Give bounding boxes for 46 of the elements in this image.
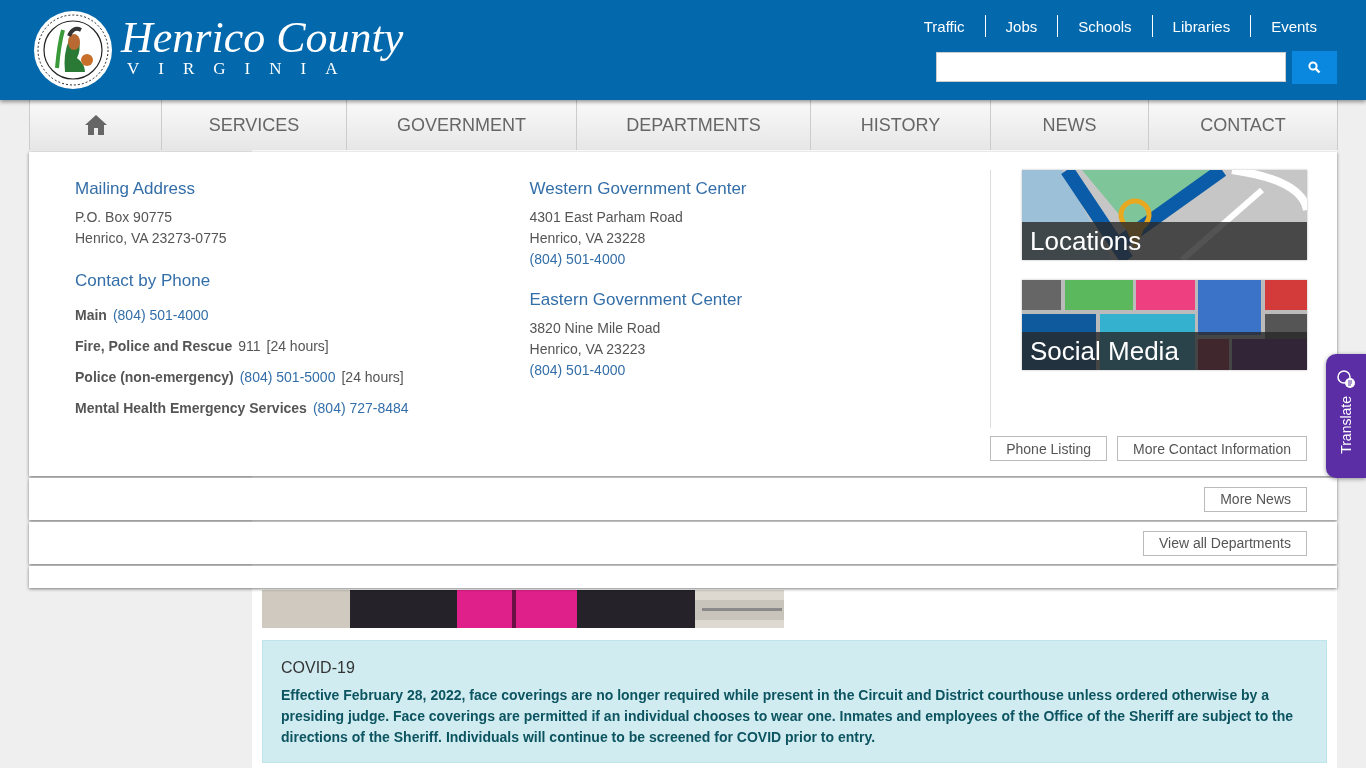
phone-note: [24 hours] — [341, 368, 404, 387]
top-link[interactable]: Jobs — [985, 17, 1058, 35]
address-line: Henrico, VA 23223 — [529, 340, 647, 359]
tile-label: Locations — [1022, 222, 1307, 260]
phone-label: Police (non-emergency) — [75, 368, 234, 387]
search-button[interactable] — [1292, 51, 1337, 84]
logo-subtitle: VIRGINIA — [126, 60, 357, 78]
top-link[interactable]: Traffic — [903, 17, 985, 35]
section-heading: Mailing Address — [75, 179, 196, 199]
alert-text: Effective February 28, 2022, face coverings are no longer required while present in the Circuit and District courthouse unless ordered otherwise by a presiding judge. Face coverings are permitted if an individual chooses to wear one. Inmates and employees of the Office of the Sheriff are subject to the directions of the Sheriff. Individuals will continue to be screened for COVID prior to entry. — [281, 686, 1295, 747]
address-line: 3820 Nine Mile Road — [529, 319, 662, 338]
phone-note: [24 hours] — [266, 337, 329, 356]
phone-link[interactable]: (804) 727-8484 — [312, 393, 409, 424]
address-line: 4301 East Parham Road — [529, 208, 684, 227]
home-icon — [83, 114, 108, 136]
phone-label: Mental Health Emergency Services — [75, 399, 307, 418]
address-line: P.O. Box 90775 — [75, 208, 174, 227]
alert-title: COVID-19 — [281, 659, 356, 677]
search-icon — [1308, 61, 1321, 74]
section-heading: Eastern Government Center — [529, 290, 744, 310]
view-departments-button[interactable]: View all Departments — [1142, 530, 1307, 556]
address-line: Henrico, VA 23228 — [529, 229, 647, 248]
phone-link[interactable]: (804) 501-4000 — [529, 360, 990, 381]
address-line: Henrico, VA 23273-0775 — [75, 229, 228, 248]
phone-label: Fire, Police and Rescue — [75, 337, 233, 356]
tile-link[interactable]: Locations — [1022, 170, 1307, 260]
tile-label: Social Media — [1022, 332, 1307, 370]
translate-tab[interactable]: Translate — [1326, 354, 1366, 478]
outline-button[interactable]: More Contact Information — [1117, 436, 1307, 461]
logo-title[interactable]: Henrico County — [121, 16, 404, 60]
outline-button[interactable]: Phone Listing — [990, 436, 1108, 461]
top-link[interactable]: Events — [1251, 17, 1337, 35]
county-seal-icon — [33, 10, 113, 90]
tile-link[interactable]: Social Media — [1022, 280, 1307, 370]
phone-number: 911 — [238, 337, 261, 356]
top-link[interactable]: Libraries — [1152, 17, 1251, 35]
phone-label: Main — [75, 306, 107, 325]
translate-icon — [1335, 368, 1357, 390]
phone-link[interactable]: (804) 501-4000 — [529, 249, 990, 270]
search-field[interactable] — [936, 52, 1286, 82]
section-heading: Contact by Phone — [75, 271, 212, 291]
phone-link[interactable]: (804) 501-5000 — [239, 362, 336, 393]
section-heading: Western Government Center — [529, 179, 748, 199]
phone-link[interactable]: (804) 501-4000 — [112, 300, 209, 331]
more-news-button[interactable]: More News — [1204, 486, 1307, 512]
top-link[interactable]: Schools — [1058, 17, 1152, 35]
